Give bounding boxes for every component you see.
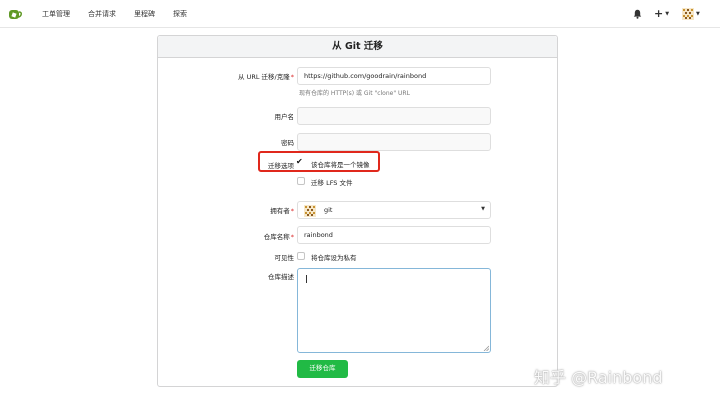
avatar [682, 8, 694, 20]
owner-select[interactable]: git ▼ [297, 201, 491, 219]
private-checkbox-label[interactable]: 将仓库设为私有 [311, 252, 357, 262]
chevron-down-icon: ▼ [696, 11, 700, 17]
repo-name-input[interactable]: rainbond [297, 226, 491, 244]
clone-url-input[interactable]: https://github.com/goodrain/rainbond [297, 67, 491, 85]
password-label: 密码 [281, 139, 294, 147]
description-label: 仓库描述 [268, 273, 294, 281]
owner-select-value: git [324, 206, 333, 214]
plus-icon: + [654, 7, 664, 20]
watermark: 知乎 @Rainbond [534, 368, 663, 387]
username-input[interactable] [297, 107, 491, 125]
clone-url-label: 从 URL 迁移/克隆* [238, 73, 294, 81]
user-menu-dropdown[interactable]: ▼ [682, 6, 700, 22]
password-input[interactable] [297, 133, 491, 151]
resize-handle-icon[interactable] [483, 345, 489, 351]
migrate-form-panel: 从 Git 迁移 从 URL 迁移/克隆* https://github.com… [157, 35, 558, 387]
lfs-checkbox[interactable] [297, 177, 305, 185]
visibility-label: 可见性 [274, 254, 295, 262]
nav-issues[interactable]: 工单管理 [42, 9, 70, 19]
chevron-down-icon: ▼ [481, 206, 485, 212]
repo-name-label: 仓库名称* [263, 233, 294, 241]
owner-label: 拥有者* [270, 207, 294, 215]
notification-bell-icon[interactable] [633, 6, 642, 22]
private-checkbox[interactable] [297, 252, 305, 260]
highlight-box [258, 151, 380, 172]
clone-url-help: 现有仓库的 HTTP(s) 或 Git "clone" URL [299, 90, 410, 97]
create-new-dropdown[interactable]: + ▼ [654, 6, 669, 22]
chevron-down-icon: ▼ [665, 11, 670, 17]
text-cursor [306, 275, 307, 283]
page-title: 从 Git 迁移 [158, 36, 557, 58]
nav-milestones[interactable]: 里程碑 [134, 9, 155, 19]
nav-explore[interactable]: 探索 [173, 9, 187, 19]
description-textarea[interactable] [297, 268, 491, 353]
top-navbar: 工单管理 合并请求 里程碑 探索 + ▼ ▼ [0, 0, 720, 28]
nav-pull-requests[interactable]: 合并请求 [88, 9, 116, 19]
avatar [304, 205, 316, 217]
gitea-logo-icon[interactable] [8, 7, 22, 21]
migrate-repo-button[interactable]: 迁移仓库 [297, 360, 348, 378]
lfs-checkbox-label[interactable]: 迁移 LFS 文件 [311, 177, 353, 187]
username-label: 用户名 [274, 113, 295, 121]
